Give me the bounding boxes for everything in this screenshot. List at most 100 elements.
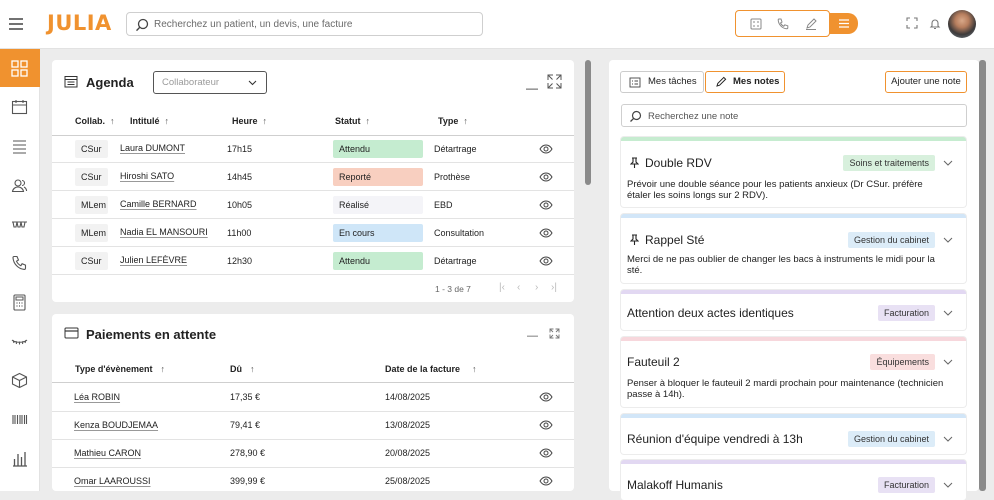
last-page-button[interactable]: ›| xyxy=(551,282,557,293)
tab-mes-taches-label: Mes tâches xyxy=(648,76,697,87)
expand-icon[interactable] xyxy=(906,17,918,29)
sidebar-item-patients[interactable] xyxy=(0,166,40,204)
agenda-panel xyxy=(52,60,574,302)
global-search-input[interactable] xyxy=(154,16,474,32)
note-card[interactable]: Malakoff Humanis Facturation xyxy=(621,460,966,500)
column-header-label: Intitulé xyxy=(130,116,160,126)
pin-icon[interactable] xyxy=(630,234,639,245)
chevron-down-icon[interactable] xyxy=(943,359,953,365)
prev-page-button[interactable]: ‹ xyxy=(517,282,520,293)
add-note-button[interactable]: Ajouter une note xyxy=(885,71,967,93)
paiements-column-header[interactable]: Dû ↑ xyxy=(230,364,255,374)
agenda-title: Agenda xyxy=(86,75,134,90)
agenda-column-header[interactable]: Intitulé ↑ xyxy=(130,116,169,126)
eye-icon[interactable] xyxy=(539,256,553,266)
patient-link[interactable]: Mathieu CARON xyxy=(74,448,141,458)
main-scrollbar[interactable] xyxy=(585,60,591,185)
calculator-icon[interactable] xyxy=(749,17,763,31)
tab-mes-notes-label: Mes notes xyxy=(733,76,780,87)
notes-scrollbar[interactable] xyxy=(979,60,986,491)
expand-icon[interactable] xyxy=(547,74,562,89)
eye-icon[interactable] xyxy=(539,200,553,210)
chevron-down-icon[interactable] xyxy=(943,436,953,442)
agenda-column-header[interactable]: Collab. ↑ xyxy=(75,116,115,126)
sidebar-item-treatments[interactable] xyxy=(0,205,40,243)
date-cell: 14/08/2025 xyxy=(385,392,431,402)
bell-icon[interactable] xyxy=(929,17,941,30)
sidebar-item-stock[interactable] xyxy=(0,361,40,399)
sidebar-item-statistics[interactable] xyxy=(0,439,40,477)
patient-link[interactable]: Laura DUMONT xyxy=(120,143,185,153)
patient-link[interactable]: Léa ROBIN xyxy=(74,392,120,402)
eye-icon[interactable] xyxy=(539,448,553,458)
list-icon xyxy=(13,140,26,154)
hamburger-icon[interactable] xyxy=(8,16,24,32)
patient-link[interactable]: Kenza BOUDJEMAA xyxy=(74,420,158,430)
category-badge: Équipements xyxy=(870,354,935,370)
date-cell: 20/08/2025 xyxy=(385,448,431,458)
note-card[interactable]: Double RDV Soins et traitements Prévoir un… xyxy=(621,137,966,207)
eye-icon[interactable] xyxy=(539,144,553,154)
search-icon xyxy=(629,110,642,123)
sidebar-item-phone[interactable] xyxy=(0,244,40,282)
tab-mes-notes[interactable]: Mes notes xyxy=(705,71,785,93)
chevron-down-icon[interactable] xyxy=(943,482,953,488)
minimize-icon[interactable]: — xyxy=(527,330,538,342)
collaborateur-select[interactable]: Collaborateur xyxy=(153,71,267,94)
patient-link[interactable]: Nadia EL MANSOURI xyxy=(120,227,208,237)
paiements-column-header[interactable]: Type d'évènement ↑ xyxy=(75,364,165,374)
pin-icon[interactable] xyxy=(630,157,639,168)
phone-icon xyxy=(12,255,27,270)
avatar[interactable] xyxy=(948,10,976,38)
sidebar-item-calendar[interactable] xyxy=(0,88,40,126)
pencil-icon xyxy=(716,76,727,87)
phone-icon[interactable] xyxy=(776,17,790,31)
note-search[interactable] xyxy=(621,104,967,127)
sidebar-item-calculator[interactable] xyxy=(0,283,40,321)
agenda-column-header[interactable]: Type ↑ xyxy=(438,116,468,126)
bar-chart-icon xyxy=(13,452,27,467)
note-card[interactable]: Attention deux actes identiques Facturati… xyxy=(621,290,966,330)
patient-link[interactable]: Hiroshi SATO xyxy=(120,171,174,181)
first-page-button[interactable]: |‹ xyxy=(499,282,505,293)
eye-icon[interactable] xyxy=(539,476,553,486)
global-search[interactable] xyxy=(126,12,483,36)
paiements-column-header[interactable]: Date de la facture ↑ xyxy=(385,364,477,374)
task-list-icon xyxy=(629,77,641,88)
patient-link[interactable]: Camille BERNARD xyxy=(120,199,197,209)
note-card[interactable]: Réunion d'équipe vendredi à 13h Gestion d… xyxy=(621,414,966,454)
sidebar-item-dashboard[interactable] xyxy=(0,49,40,87)
patient-link[interactable]: Julien LEFÈVRE xyxy=(120,255,187,265)
heure-cell: 10h05 xyxy=(227,200,253,210)
patient-link[interactable]: Omar LAAROUSSI xyxy=(74,476,151,486)
eye-icon[interactable] xyxy=(539,172,553,182)
status-badge: Attendu xyxy=(333,252,423,270)
agenda-column-header[interactable]: Statut ↑ xyxy=(335,116,370,126)
sidebar-item-barcode[interactable] xyxy=(0,400,40,438)
category-badge: Gestion du cabinet xyxy=(847,431,935,447)
chevron-down-icon[interactable] xyxy=(943,237,953,243)
next-page-button[interactable]: › xyxy=(535,282,538,293)
chevron-down-icon[interactable] xyxy=(943,310,953,316)
agenda-calendar-icon xyxy=(64,75,78,88)
chevron-down-icon[interactable] xyxy=(943,160,953,166)
barcode-icon xyxy=(12,415,28,424)
agenda-column-header[interactable]: Heure ↑ xyxy=(232,116,267,126)
eye-icon[interactable] xyxy=(539,420,553,430)
note-card[interactable]: Rappel Sté Gestion du cabinet Merci de ne … xyxy=(621,214,966,283)
note-search-input[interactable] xyxy=(648,109,958,123)
expand-icon[interactable] xyxy=(549,328,560,339)
tab-mes-taches[interactable]: Mes tâches xyxy=(620,71,704,93)
eye-icon[interactable] xyxy=(539,392,553,402)
column-header-label: Heure xyxy=(232,116,258,126)
pencil-icon[interactable] xyxy=(804,17,818,31)
note-card[interactable]: Fauteuil 2 Équipements Penser à bloquer le… xyxy=(621,337,966,407)
sidebar-item-list[interactable] xyxy=(0,127,40,165)
status-badge: Attendu xyxy=(333,140,423,158)
eye-icon[interactable] xyxy=(539,228,553,238)
sidebar-item-orthodontics[interactable] xyxy=(0,322,40,360)
app-logo[interactable]: JULIA xyxy=(47,11,112,35)
more-actions-button[interactable] xyxy=(829,13,858,34)
minimize-icon[interactable]: — xyxy=(526,81,538,95)
status-badge: Réalisé xyxy=(333,196,423,214)
